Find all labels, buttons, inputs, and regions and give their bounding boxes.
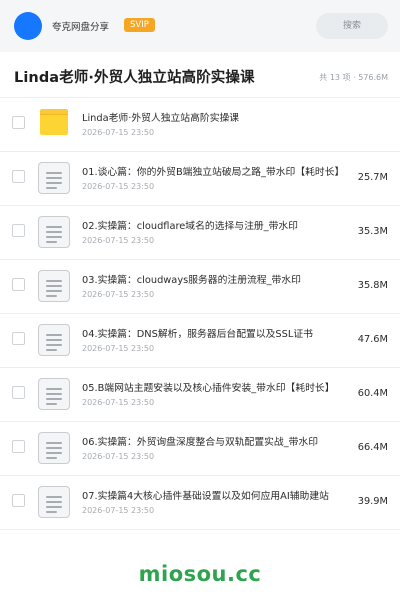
file-row[interactable]: 04.实操篇：DNS解析，服务器后台配置以及SSL证书 2026-07-15 23… — [0, 314, 400, 368]
file-size: 66.4M — [357, 442, 388, 453]
file-size: 25.7M — [357, 172, 388, 183]
file-size: 35.8M — [357, 280, 388, 291]
page-title: Linda老师·外贸人独立站高阶实操课 — [14, 70, 255, 86]
file-size: 60.4M — [357, 388, 388, 399]
file-name[interactable]: 07.实操篇4大核心插件基础设置以及如何应用AI辅助建站 — [82, 488, 346, 502]
row-checkbox[interactable] — [12, 332, 25, 345]
file-row[interactable]: 02.实操篇：cloudflare域名的选择与注册_带水印 2026-07-15 … — [0, 206, 400, 260]
folder-icon — [40, 109, 68, 135]
document-icon — [38, 270, 70, 302]
svip-badge: SVIP — [124, 18, 155, 32]
file-row[interactable]: Linda老师·外贸人独立站高阶实操课 2026-07-15 23:50 — [0, 98, 400, 152]
file-row[interactable]: 01.谈心篇：你的外贸B端独立站破局之路_带水印【耗时长】 2026-07-15 … — [0, 152, 400, 206]
document-icon — [38, 324, 70, 356]
file-name[interactable]: 02.实操篇：cloudflare域名的选择与注册_带水印 — [82, 218, 346, 232]
file-row[interactable]: 05.B端网站主题安装以及核心插件安装_带水印【耗时长】 2026-07-15 2… — [0, 368, 400, 422]
file-row[interactable]: 03.实操篇：cloudways服务器的注册流程_带水印 2026-07-15 2… — [0, 260, 400, 314]
row-checkbox[interactable] — [12, 494, 25, 507]
file-row[interactable]: 07.实操篇4大核心插件基础设置以及如何应用AI辅助建站 2026-07-15 2… — [0, 476, 400, 530]
share-title-bar: Linda老师·外贸人独立站高阶实操课 共 13 项 · 576.6M — [0, 52, 400, 98]
file-name[interactable]: Linda老师·外贸人独立站高阶实操课 — [82, 110, 346, 124]
document-icon — [38, 432, 70, 464]
file-date: 2026-07-15 23:50 — [82, 506, 155, 515]
file-name[interactable]: 06.实操篇：外贸询盘深度整合与双轨配置实战_带水印 — [82, 434, 346, 448]
watermark-text: miosou.cc — [138, 562, 262, 586]
file-date: 2026-07-15 23:50 — [82, 398, 155, 407]
file-date: 2026-07-15 23:50 — [82, 452, 155, 461]
file-list: Linda老师·外贸人独立站高阶实操课 2026-07-15 23:50 01.谈心… — [0, 98, 400, 530]
row-checkbox[interactable] — [12, 170, 25, 183]
avatar[interactable] — [14, 12, 42, 40]
file-date: 2026-07-15 23:50 — [82, 236, 155, 245]
document-icon — [38, 378, 70, 410]
row-checkbox[interactable] — [12, 440, 25, 453]
share-summary: 共 13 项 · 576.6M — [319, 73, 388, 82]
file-size: 47.6M — [357, 334, 388, 345]
document-icon — [38, 216, 70, 248]
document-icon — [38, 486, 70, 518]
row-checkbox[interactable] — [12, 224, 25, 237]
row-checkbox[interactable] — [12, 278, 25, 291]
file-date: 2026-07-15 23:50 — [82, 290, 155, 299]
file-size: 39.9M — [357, 496, 388, 507]
file-row[interactable]: 06.实操篇：外贸询盘深度整合与双轨配置实战_带水印 2026-07-15 23:… — [0, 422, 400, 476]
file-name[interactable]: 04.实操篇：DNS解析，服务器后台配置以及SSL证书 — [82, 326, 346, 340]
top-bar: 夸克网盘分享 SVIP — [0, 0, 400, 52]
brand-label: 夸克网盘分享 — [52, 22, 110, 33]
row-checkbox[interactable] — [12, 386, 25, 399]
row-checkbox[interactable] — [12, 116, 25, 129]
file-name[interactable]: 05.B端网站主题安装以及核心插件安装_带水印【耗时长】 — [82, 380, 346, 394]
file-name[interactable]: 03.实操篇：cloudways服务器的注册流程_带水印 — [82, 272, 346, 286]
search-input[interactable] — [316, 13, 388, 39]
file-date: 2026-07-15 23:50 — [82, 344, 155, 353]
file-date: 2026-07-15 23:50 — [82, 182, 155, 191]
file-size: 35.3M — [357, 226, 388, 237]
file-name[interactable]: 01.谈心篇：你的外贸B端独立站破局之路_带水印【耗时长】 — [82, 164, 346, 178]
document-icon — [38, 162, 70, 194]
file-date: 2026-07-15 23:50 — [82, 128, 155, 137]
